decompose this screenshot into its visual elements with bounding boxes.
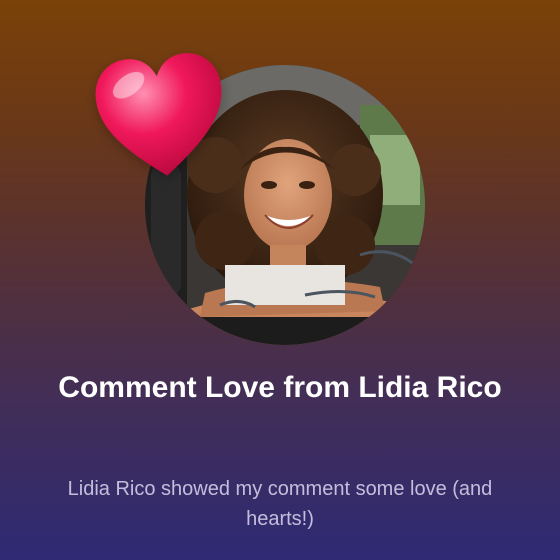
comment-love-card: Comment Love from Lidia Rico Lidia Rico …: [0, 0, 560, 560]
card-title: Comment Love from Lidia Rico: [58, 371, 502, 404]
heart-icon: [88, 45, 235, 186]
card-subtitle: Lidia Rico showed my comment some love (…: [67, 478, 493, 530]
